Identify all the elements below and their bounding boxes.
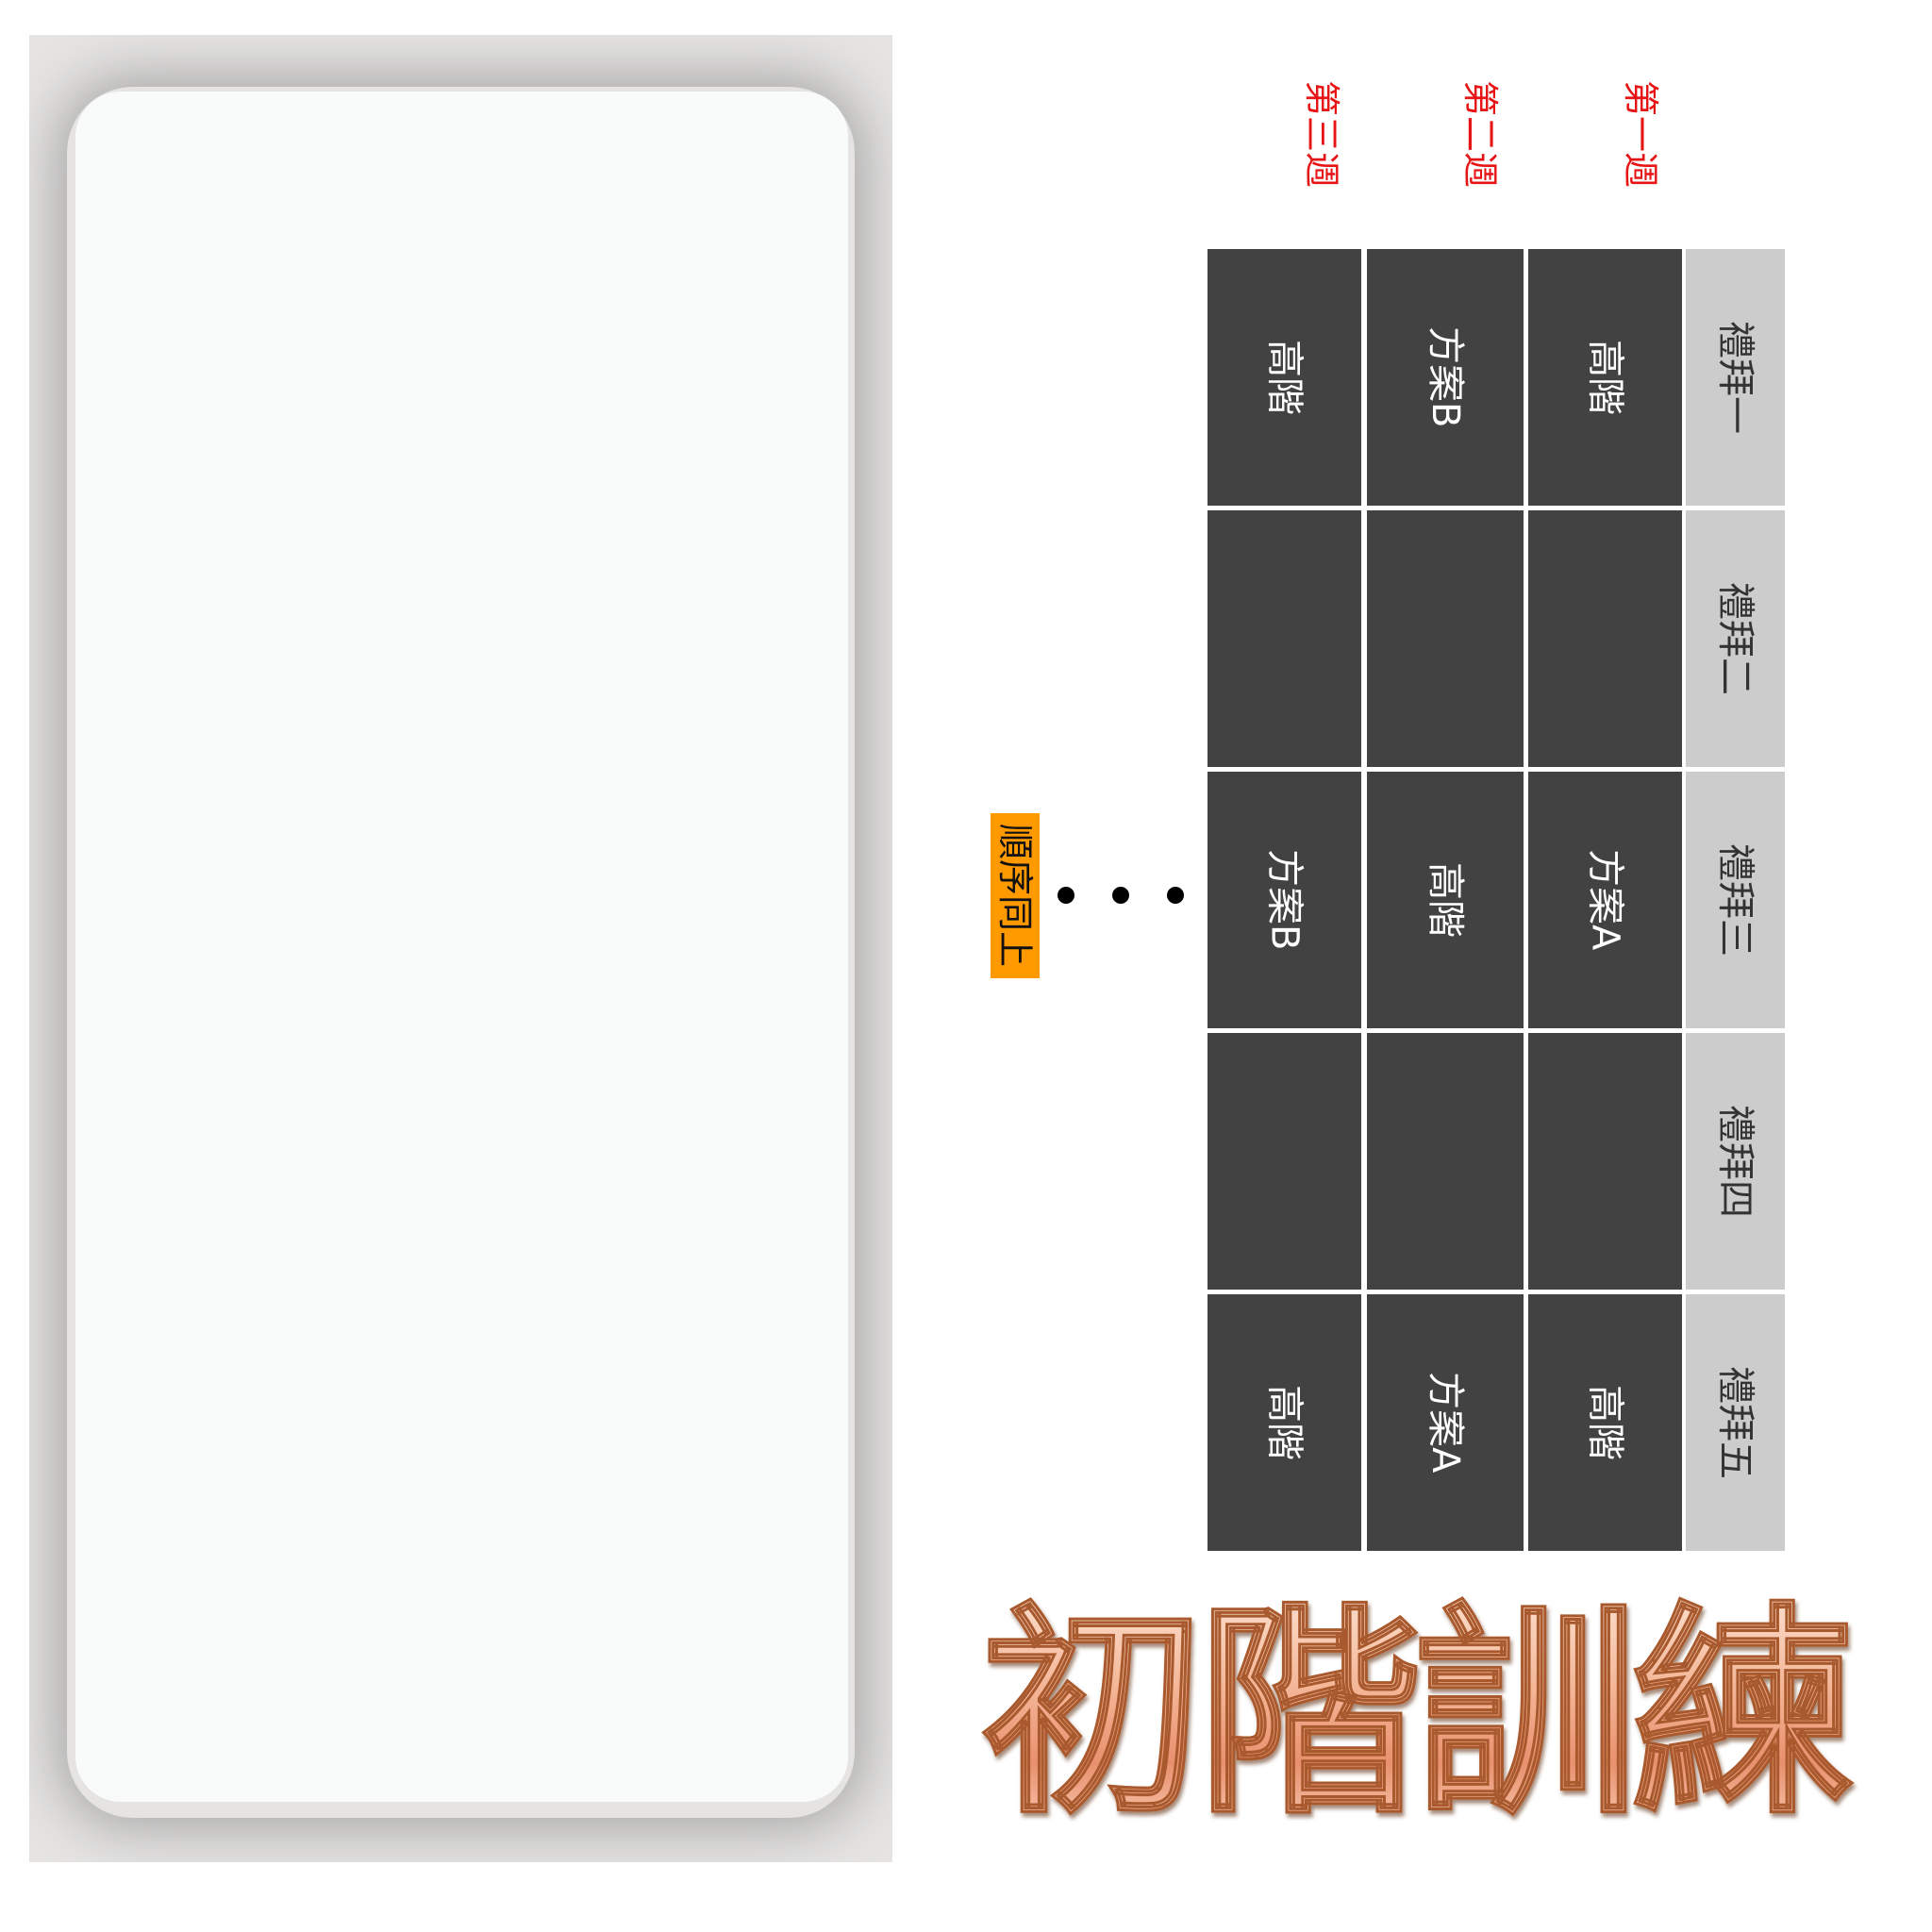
- week-label-3: 第三週: [1301, 79, 1342, 188]
- cell-week2-tuesday: [1367, 510, 1524, 767]
- ellipsis-dot-3: [1167, 887, 1184, 904]
- blank-card: [75, 92, 848, 1802]
- cell-week1-tuesday: [1528, 510, 1682, 767]
- day-tuesday: 禮拜二: [1686, 510, 1785, 767]
- day-monday: 禮拜一: [1686, 249, 1785, 506]
- cell-week3-friday: 高階: [1208, 1294, 1361, 1551]
- cell-week1-thursday: [1528, 1033, 1682, 1290]
- cell-week2-friday: 方案A: [1367, 1294, 1524, 1551]
- day-friday: 禮拜五: [1686, 1294, 1785, 1551]
- day-wednesday: 禮拜三: [1686, 772, 1785, 1028]
- left-panel: [29, 35, 892, 1862]
- page-title: 初階訓練: [980, 1584, 1924, 1841]
- ellipsis-dot-1: [1058, 887, 1074, 904]
- cell-week3-tuesday: [1208, 510, 1361, 767]
- week-label-2: 第二週: [1459, 79, 1501, 188]
- same-order-note: 順序同上: [991, 813, 1040, 978]
- ellipsis-dot-2: [1112, 887, 1129, 904]
- cell-week2-monday: 方案B: [1367, 249, 1524, 506]
- cell-week2-wednesday: 高階: [1367, 772, 1524, 1028]
- cell-week3-wednesday: 方案B: [1208, 772, 1361, 1028]
- week-label-1: 第一週: [1620, 79, 1661, 188]
- cell-week1-friday: 高階: [1528, 1294, 1682, 1551]
- cell-week3-monday: 高階: [1208, 249, 1361, 506]
- cell-week1-wednesday: 方案A: [1528, 772, 1682, 1028]
- cell-week1-monday: 高階: [1528, 249, 1682, 506]
- cell-week2-thursday: [1367, 1033, 1524, 1290]
- day-thursday: 禮拜四: [1686, 1033, 1785, 1290]
- cell-week3-thursday: [1208, 1033, 1361, 1290]
